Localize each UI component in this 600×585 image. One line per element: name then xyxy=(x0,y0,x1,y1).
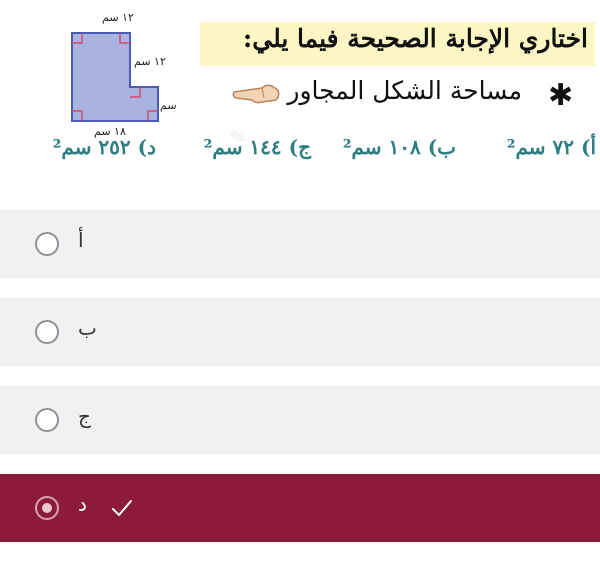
option-a[interactable]: أ xyxy=(0,210,600,278)
option-label: ج xyxy=(78,404,91,428)
checkmark-icon xyxy=(112,500,132,516)
option-label: ب xyxy=(78,316,97,340)
radio-button[interactable] xyxy=(35,232,59,256)
option-c[interactable]: ج xyxy=(0,386,600,454)
option-d[interactable]: د xyxy=(0,474,600,542)
star-bullet-icon: ✱ xyxy=(548,78,574,113)
question-image: اختاري الإجابة الصحيحة فيما يلي: ✱ مساحة… xyxy=(0,0,600,190)
question-title: اختاري الإجابة الصحيحة فيما يلي: xyxy=(243,24,588,53)
option-label: أ xyxy=(78,228,84,252)
choice-a: أ) ٧٢ سم² xyxy=(506,135,596,159)
divider xyxy=(0,190,600,202)
answer-choices: أ) ٧٢ سم² ب) ١٠٨ سم² ج) ١٤٤ سم² د) ٢٥٢ س… xyxy=(6,135,596,169)
choice-c: ج) ١٤٤ سم² xyxy=(203,135,311,159)
radio-button[interactable] xyxy=(35,408,59,432)
shape-label-top: ١٢ سم xyxy=(102,11,134,24)
choice-d: د) ٢٥٢ سم² xyxy=(52,135,156,159)
option-b[interactable]: ب xyxy=(0,298,600,366)
radio-button[interactable] xyxy=(35,320,59,344)
choice-b: ب) ١٠٨ سم² xyxy=(342,135,456,159)
radio-button-selected[interactable] xyxy=(35,496,59,520)
shape-label-right-lower: ٦ سم xyxy=(160,99,180,112)
shape-label-right-upper: ١٢ سم xyxy=(134,55,166,68)
pointing-hand-icon xyxy=(232,84,280,104)
option-label: د xyxy=(78,492,87,516)
l-shape-figure: ١٢ سم ١٢ سم ٦ سم ١٨ سم xyxy=(71,11,180,138)
question-prompt: مساحة الشكل المجاور xyxy=(287,76,522,105)
